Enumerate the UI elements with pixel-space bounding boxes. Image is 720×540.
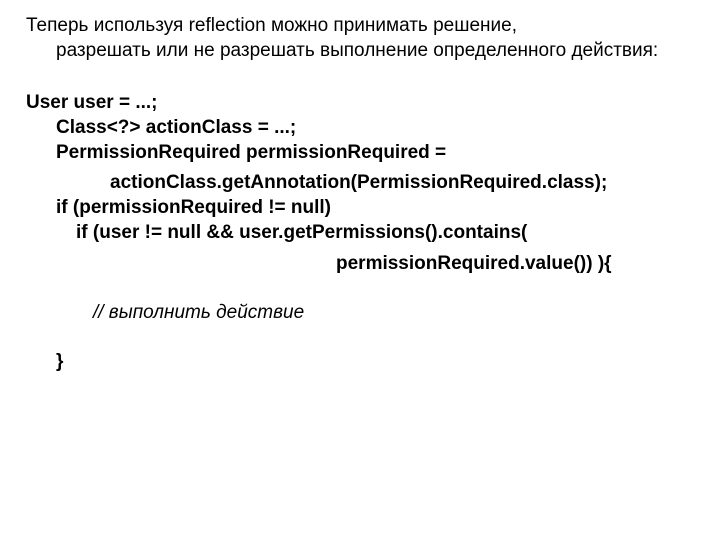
intro-line-1: Теперь используя reflection можно приним… — [26, 15, 517, 36]
intro-line-rest: разрешать или не разрешать выполнение оп… — [26, 39, 694, 64]
code-block: User user = ...; Class<?> actionClass = … — [26, 91, 694, 375]
intro-paragraph: Теперь используя reflection можно приним… — [26, 14, 694, 63]
code-line-5: if (permissionRequired != null) — [26, 196, 694, 221]
code-line-3: PermissionRequired permissionRequired = — [26, 141, 694, 166]
code-line-4: actionClass.getAnnotation(PermissionRequ… — [26, 171, 694, 196]
code-line-9: } — [26, 350, 694, 375]
code-line-7: permissionRequired.value()) ){ — [26, 252, 694, 277]
code-line-2: Class<?> actionClass = ...; — [26, 116, 694, 141]
code-comment: // выполнить действие — [93, 302, 304, 323]
code-line-6: if (user != null && user.getPermissions(… — [26, 221, 694, 246]
slide-content: Теперь используя reflection можно приним… — [0, 0, 720, 375]
code-line-8: // выполнить действие — [26, 276, 694, 350]
code-line-1: User user = ...; — [26, 91, 694, 116]
